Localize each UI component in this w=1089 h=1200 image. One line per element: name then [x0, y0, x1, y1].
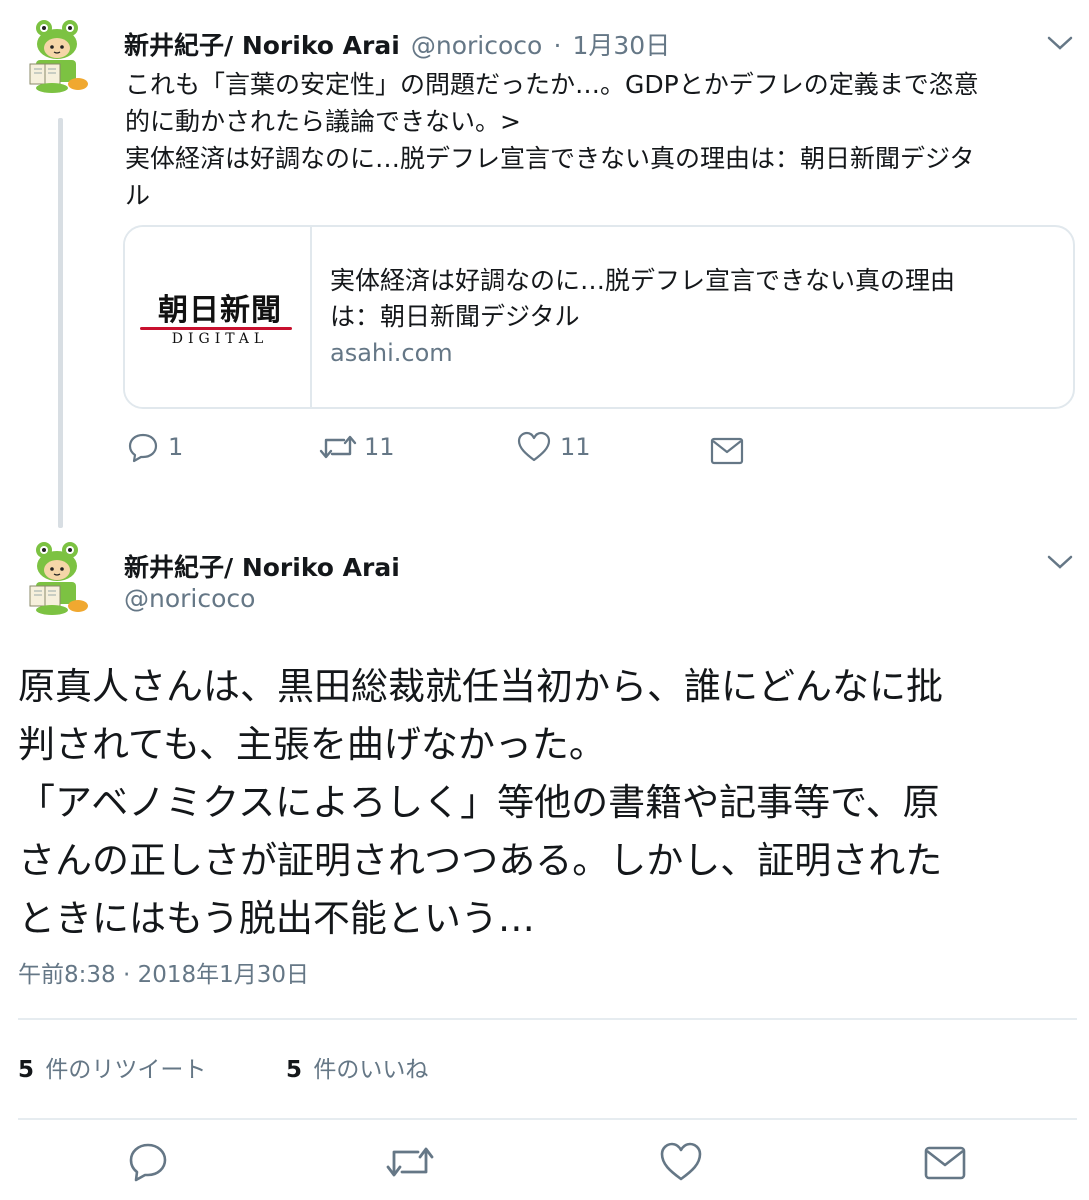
- reply-button[interactable]: 1: [126, 430, 183, 464]
- divider: [18, 1118, 1077, 1120]
- logo-red-swoosh: [140, 327, 292, 330]
- retweet-button[interactable]: 11: [318, 430, 395, 464]
- author-name[interactable]: 新井紀子/ Noriko Arai: [124, 31, 400, 60]
- dm-button[interactable]: [922, 1142, 968, 1188]
- card-title-line: は：朝日新聞デジタル: [330, 302, 580, 331]
- author-handle[interactable]: @noricoco: [411, 31, 542, 60]
- tweet-text-line: 実体経済は好調なのに…脱デフレ宣言できない真の理由は：朝日新聞デジタ: [125, 144, 975, 173]
- chevron-down-icon[interactable]: [1045, 552, 1075, 572]
- thread-connector-line: [58, 118, 63, 528]
- like-icon: [660, 1142, 702, 1181]
- author-handle[interactable]: @noricoco: [124, 584, 255, 613]
- tweet-text-line: ル: [125, 181, 151, 210]
- like-icon: [517, 431, 551, 462]
- focused-tweet-text: 原真人さんは、黒田総裁就任当初から、誰にどんなに批 判されても、主張を曲げなかっ…: [18, 658, 1078, 948]
- tweet-text-line: 原真人さんは、黒田総裁就任当初から、誰にどんなに批: [18, 665, 943, 708]
- tweet-timestamp[interactable]: 午前8:38 · 2018年1月30日: [18, 955, 309, 989]
- retweet-icon: [386, 1147, 434, 1177]
- dm-icon: [924, 1146, 966, 1180]
- card-title-line: 実体経済は好調なのに…脱デフレ宣言できない真の理由: [330, 266, 956, 295]
- retweet-stat-unit: 件の: [45, 1057, 92, 1083]
- reply-button[interactable]: [126, 1140, 170, 1188]
- asahi-logo: 朝日新聞 DIGITAL: [125, 227, 312, 407]
- meta-separator: ·: [553, 31, 562, 60]
- logo-digital-text: DIGITAL: [171, 331, 269, 347]
- author-name[interactable]: 新井紀子/ Noriko Arai: [124, 548, 400, 584]
- dm-icon: [710, 437, 744, 465]
- avatar-frog-icon[interactable]: [22, 540, 100, 618]
- like-stat-unit: 件の: [313, 1057, 360, 1083]
- retweet-stat-count: 5: [18, 1057, 35, 1083]
- dm-button[interactable]: [709, 434, 745, 466]
- like-button[interactable]: [658, 1140, 704, 1188]
- like-stats[interactable]: 5 件のいいね: [286, 1050, 428, 1084]
- tweet-text-line: 判されても、主張を曲げなかった。: [18, 723, 606, 766]
- like-stat-label: いいね: [359, 1057, 429, 1083]
- logo-kanji-text: 朝日新聞: [158, 293, 282, 328]
- tweet-text-line: 「アベノミクスによろしく」等他の書籍や記事等で、原: [18, 781, 940, 824]
- link-card[interactable]: 朝日新聞 DIGITAL 実体経済は好調なのに…脱デフレ宣言できない真の理由 は…: [123, 225, 1075, 409]
- tweet-text-line: 的に動かされたら議論できない。>: [125, 107, 521, 136]
- card-domain: asahi.com: [330, 339, 453, 367]
- reply-icon: [129, 1143, 167, 1182]
- retweet-button[interactable]: [384, 1140, 436, 1188]
- like-stat-count: 5: [286, 1057, 303, 1083]
- tweet-text: これも「言葉の安定性」の問題だったか…。GDPとかデフレの定義まで恣意 的に動か…: [125, 66, 1070, 214]
- retweet-stats[interactable]: 5 件のリツイート: [18, 1050, 206, 1084]
- tweet-text-line: さんの正しさが証明されつつある。しかし、証明された: [18, 839, 943, 882]
- reply-count: 1: [168, 433, 184, 461]
- retweet-icon: [319, 435, 357, 459]
- like-count: 11: [560, 433, 591, 461]
- retweet-count: 11: [364, 433, 395, 461]
- chevron-down-icon[interactable]: [1045, 33, 1075, 53]
- tweet-text-line: ときにはもう脱出不能という…: [18, 897, 535, 940]
- like-button[interactable]: 11: [516, 430, 591, 464]
- reply-icon: [128, 433, 158, 463]
- divider: [18, 1018, 1077, 1020]
- tweet-date[interactable]: 1月30日: [572, 31, 670, 60]
- tweet-text-line: これも「言葉の安定性」の問題だったか…。GDPとかデフレの定義まで恣意: [125, 70, 979, 99]
- retweet-stat-label: リツイート: [91, 1057, 207, 1083]
- card-title: 実体経済は好調なのに…脱デフレ宣言できない真の理由 は：朝日新聞デジタル: [330, 263, 1050, 335]
- avatar-frog-icon[interactable]: [22, 18, 100, 96]
